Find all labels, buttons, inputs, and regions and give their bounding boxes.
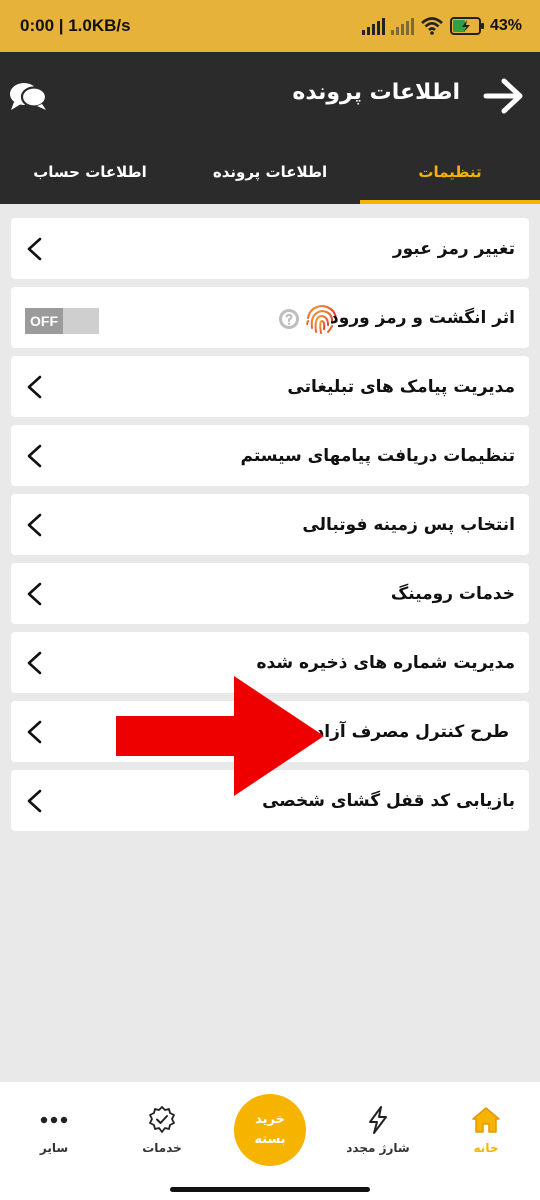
home-indicator[interactable] — [170, 1187, 370, 1192]
list-item-promo-sms[interactable]: مدیریت پیامک های تبلیغاتی — [11, 356, 529, 417]
chevron-left-icon — [27, 789, 42, 813]
nav-more[interactable]: سایر — [0, 1082, 108, 1178]
bottom-nav: خانه شارژ مجدد خرید بسته خدمات سایر — [0, 1082, 540, 1178]
buy-package-button[interactable]: خرید بسته — [234, 1094, 306, 1166]
chat-icon[interactable] — [8, 76, 48, 116]
lightning-icon — [369, 1106, 387, 1134]
battery-percent: 43% — [489, 17, 522, 34]
tab-account-info[interactable]: اطلاعات حساب — [0, 140, 180, 204]
badge-check-icon — [149, 1106, 175, 1133]
list-item-football-background[interactable]: انتخاب پس زمینه فوتبالی — [11, 494, 529, 555]
wifi-icon — [421, 17, 443, 35]
nav-services[interactable]: خدمات — [108, 1082, 216, 1178]
page-title: اطلاعات پرونده — [292, 80, 460, 105]
item-label: انتخاب پس زمینه فوتبالی — [302, 514, 515, 535]
tab-bar: تنظیمات اطلاعات پرونده اطلاعات حساب — [0, 140, 540, 204]
back-arrow-icon[interactable] — [482, 74, 526, 118]
nav-label: خدمات — [142, 1141, 182, 1155]
list-item-fingerprint: OFF اثر انگشت و رمز ورود — [11, 287, 529, 348]
status-bar: 0:00 | 1.0KB/s 43% — [0, 0, 540, 52]
home-icon — [472, 1107, 500, 1133]
tab-label: اطلاعات پرونده — [212, 163, 328, 181]
tab-settings[interactable]: تنظیمات — [360, 140, 540, 204]
nav-label: خانه — [473, 1141, 499, 1155]
status-time-speed: 0:00 | 1.0KB/s — [20, 16, 131, 35]
red-arrow-icon — [116, 676, 324, 796]
chevron-left-icon — [27, 582, 42, 606]
chevron-left-icon — [27, 375, 42, 399]
tab-label: اطلاعات حساب — [33, 163, 147, 181]
item-label: تنظیمات دریافت پیامهای سیستم — [240, 445, 516, 466]
item-label: مدیریت شماره های ذخیره شده — [256, 652, 515, 673]
more-dots-icon — [40, 1116, 68, 1124]
list-item-change-password[interactable]: تغییر رمز عبور — [11, 218, 529, 279]
fingerprint-toggle[interactable]: OFF — [25, 308, 99, 334]
nav-home[interactable]: خانه — [432, 1082, 540, 1178]
nav-buy-package[interactable]: خرید بسته — [216, 1082, 324, 1178]
nav-label: شارژ مجدد — [346, 1141, 410, 1155]
status-icons: 43% — [361, 16, 522, 36]
tab-file-info[interactable]: اطلاعات پرونده — [180, 140, 360, 204]
battery-icon — [449, 17, 484, 35]
item-label: طرح کنترل مصرف آزاد — [315, 721, 509, 742]
nav-recharge[interactable]: شارژ مجدد — [324, 1082, 432, 1178]
chevron-left-icon — [27, 651, 42, 675]
list-item-roaming[interactable]: خدمات رومینگ — [11, 563, 529, 624]
item-label: تغییر رمز عبور — [392, 238, 515, 259]
app-bar: اطلاعات پرونده — [0, 52, 540, 140]
signal-icon — [361, 17, 385, 35]
list-item-system-messages[interactable]: تنظیمات دریافت پیامهای سیستم — [11, 425, 529, 486]
chevron-left-icon — [27, 444, 42, 468]
tab-label: تنظیمات — [418, 163, 482, 181]
nav-label: سایر — [39, 1141, 69, 1155]
chevron-left-icon — [27, 237, 42, 261]
item-label: مدیریت پیامک های تبلیغاتی — [287, 376, 515, 397]
chevron-left-icon — [27, 513, 42, 537]
help-icon[interactable] — [278, 308, 300, 330]
chevron-left-icon — [27, 720, 42, 744]
item-label: اثر انگشت و رمز ورود — [330, 307, 515, 328]
buy-label-2: بسته — [254, 1132, 286, 1147]
toggle-state: OFF — [25, 308, 63, 334]
item-label: خدمات رومینگ — [390, 583, 515, 604]
signal-2-icon — [390, 17, 414, 35]
buy-label-1: خرید — [255, 1112, 285, 1127]
